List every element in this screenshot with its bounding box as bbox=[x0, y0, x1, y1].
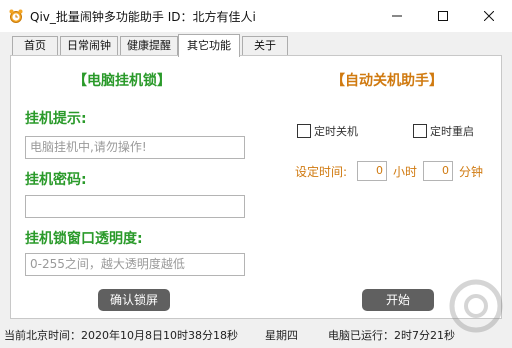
app-window: Qiv_批量闹钟多功能助手 ID：北方有佳人i 首页 日常闹钟 健康提醒 其它功… bbox=[0, 0, 512, 348]
start-shutdown-button[interactable]: 开始 bbox=[362, 289, 434, 311]
confirm-lock-button[interactable]: 确认锁屏 bbox=[98, 289, 170, 311]
watermark-logo-icon bbox=[449, 279, 503, 333]
maximize-button[interactable] bbox=[420, 0, 466, 32]
close-icon bbox=[484, 11, 494, 21]
minutes-unit: 分钟 bbox=[459, 165, 484, 179]
tab-other-features[interactable]: 其它功能 bbox=[178, 34, 240, 57]
timed-restart-checkbox[interactable] bbox=[413, 124, 427, 138]
set-time-label: 设定时间: bbox=[295, 165, 348, 179]
computer-lock-title: 【电脑挂机锁】 bbox=[73, 73, 171, 89]
timed-restart-label: 定时重启 bbox=[430, 125, 474, 138]
lock-opacity-label: 挂机锁窗口透明度: bbox=[25, 231, 143, 247]
hours-input[interactable]: 0 bbox=[357, 161, 387, 181]
close-button[interactable] bbox=[466, 0, 512, 32]
maximize-icon bbox=[438, 11, 448, 21]
other-features-panel: 【电脑挂机锁】 【自动关机助手】 挂机提示: 电脑挂机中,请勿操作! 挂机密码:… bbox=[10, 55, 502, 319]
auto-shutdown-title: 【自动关机助手】 bbox=[331, 73, 443, 89]
timed-shutdown-label: 定时关机 bbox=[314, 125, 358, 138]
tab-about[interactable]: 关于 bbox=[242, 36, 288, 56]
weekday-status: 星期四 bbox=[265, 329, 298, 342]
minimize-button[interactable] bbox=[374, 0, 420, 32]
hours-unit: 小时 bbox=[393, 165, 418, 179]
timed-shutdown-option[interactable]: 定时关机 bbox=[297, 123, 358, 139]
tab-daily-alarm[interactable]: 日常闹钟 bbox=[60, 36, 118, 56]
lock-hint-input[interactable]: 电脑挂机中,请勿操作! bbox=[25, 136, 245, 159]
beijing-time-status: 当前北京时间：2020年10月8日10时38分18秒 bbox=[4, 329, 238, 342]
minutes-input[interactable]: 0 bbox=[423, 161, 453, 181]
lock-hint-label: 挂机提示: bbox=[25, 111, 87, 127]
tab-health-reminder[interactable]: 健康提醒 bbox=[120, 36, 178, 56]
lock-opacity-input[interactable]: 0-255之间，越大透明度越低 bbox=[25, 253, 245, 276]
status-bar: 当前北京时间：2020年10月8日10时38分18秒 星期四 电脑已运行：2时7… bbox=[0, 321, 512, 348]
window-title: Qiv_批量闹钟多功能助手 ID：北方有佳人i bbox=[30, 10, 256, 24]
timed-shutdown-checkbox[interactable] bbox=[297, 124, 311, 138]
timed-restart-option[interactable]: 定时重启 bbox=[413, 123, 474, 139]
lock-password-input[interactable] bbox=[25, 195, 245, 218]
alarm-clock-icon bbox=[9, 9, 23, 23]
title-bar[interactable]: Qiv_批量闹钟多功能助手 ID：北方有佳人i bbox=[0, 0, 512, 32]
minimize-icon bbox=[392, 15, 402, 17]
uptime-status: 电脑已运行：2时7分21秒 bbox=[328, 329, 455, 342]
lock-password-label: 挂机密码: bbox=[25, 172, 87, 188]
tab-home[interactable]: 首页 bbox=[12, 36, 58, 56]
